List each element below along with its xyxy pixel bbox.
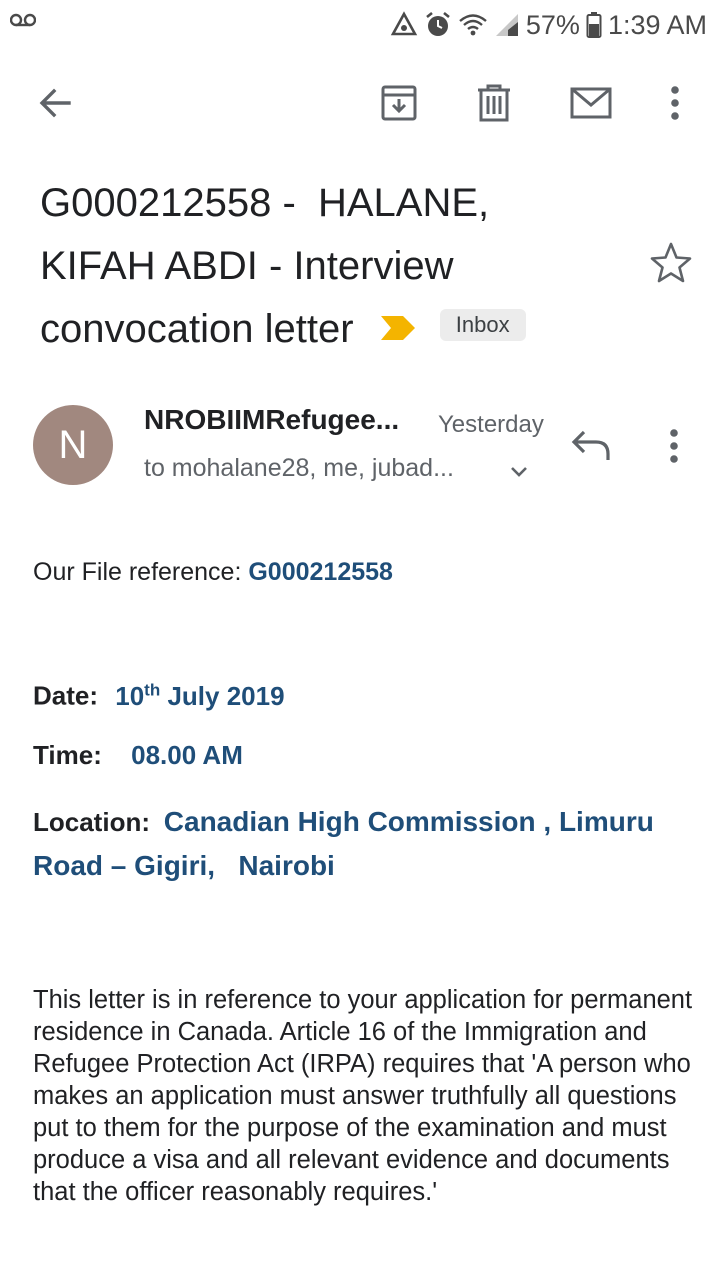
status-bar: 57% 1:39 AM [0,0,719,50]
subject-line-1: G000212558 - HALANE, [40,181,490,225]
location-value-2: Road – Gigiri, Nairobi [33,850,335,881]
date-line: Date: 10th July 2019 [33,680,285,712]
archive-icon[interactable] [366,70,432,136]
voicemail-icon [9,12,37,33]
back-arrow-icon[interactable] [22,70,88,136]
sender-avatar[interactable]: N [33,405,113,485]
subject-line-3: convocation letter [40,307,354,351]
signal-icon [494,12,520,38]
date-label: Date: [33,680,99,711]
recipients-summary[interactable]: to mohalane28, me, jubad... [144,454,454,483]
wifi-icon [458,12,488,38]
star-icon[interactable] [648,240,694,286]
action-bar [0,70,719,136]
mark-unread-icon[interactable] [558,70,624,136]
file-reference-label: Our File reference: [33,558,249,586]
date-day: 10 [115,680,145,711]
date-value: 10th July 2019 [115,680,285,711]
delete-icon[interactable] [461,70,527,136]
body-paragraph: This letter is in reference to your appl… [33,986,693,1206]
location-label: Location: [33,807,150,837]
location-block: Location: Canadian High Commission , Lim… [33,800,673,888]
file-reference-line: Our File reference: G000212558 [33,558,393,587]
inbox-label-chip[interactable]: Inbox [439,309,526,342]
file-reference-value: G000212558 [248,558,393,586]
important-marker-icon[interactable] [380,296,415,359]
location-value-1: Canadian High Commission , Limuru [163,806,654,837]
reply-icon[interactable] [566,420,618,472]
clock-time: 1:39 AM [607,9,707,40]
time-label: Time: [33,740,102,770]
more-vert-icon[interactable] [642,70,708,136]
date-rest: July 2019 [160,680,285,711]
time-value: 08.00 AM [131,740,243,770]
subject-line-2: KIFAH ABDI - Interview [40,244,454,288]
data-saver-icon [390,11,418,39]
sender-name[interactable]: NROBIIMRefugee... [144,404,399,436]
alarm-icon [424,11,452,39]
battery-percent: 57% [525,9,580,40]
message-more-icon[interactable] [652,420,696,472]
date-suffix: th [144,680,161,699]
time-line: Time: 08.00 AM [33,740,243,771]
email-date: Yesterday [438,411,544,438]
chevron-down-icon[interactable] [505,460,533,484]
email-subject: G000212558 - HALANE, KIFAH ABDI - Interv… [40,172,640,363]
battery-icon [586,11,602,39]
